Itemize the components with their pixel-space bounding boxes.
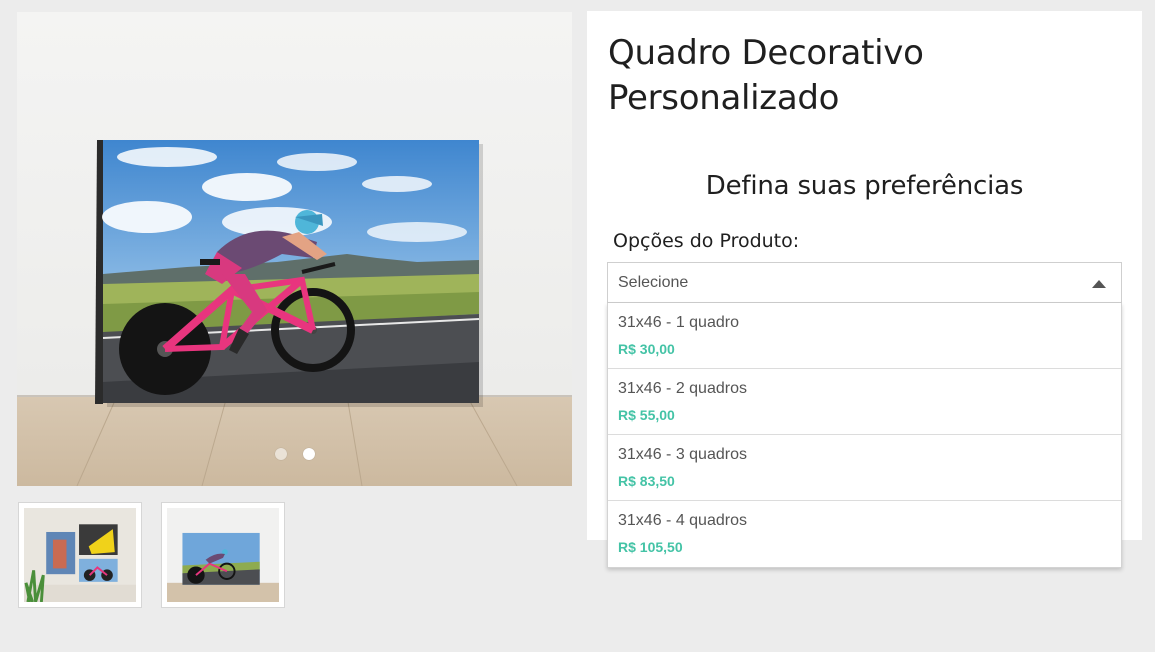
option-price: R$ 30,00 [618, 341, 675, 357]
option-name: 31x46 - 1 quadro [618, 314, 739, 331]
main-product-image[interactable] [17, 12, 572, 486]
option-4-quadros[interactable]: 31x46 - 4 quadros R$ 105,50 [608, 501, 1121, 567]
select-placeholder: Selecione [618, 274, 689, 291]
option-name: 31x46 - 4 quadros [618, 512, 747, 529]
product-options-select[interactable]: Selecione [607, 262, 1122, 303]
carousel-dot-1[interactable] [274, 448, 287, 460]
option-3-quadros[interactable]: 31x46 - 3 quadros R$ 83,50 [608, 435, 1121, 501]
carousel-dots [17, 448, 572, 460]
option-2-quadros[interactable]: 31x46 - 2 quadros R$ 55,00 [608, 369, 1121, 435]
option-1-quadro[interactable]: 31x46 - 1 quadro R$ 30,00 [608, 303, 1121, 369]
thumbnail-wall-collage[interactable] [18, 502, 142, 608]
product-options-label: Opções do Produto: [613, 230, 800, 252]
option-name: 31x46 - 2 quadros [618, 380, 747, 397]
option-price: R$ 83,50 [618, 473, 675, 489]
product-options-dropdown: 31x46 - 1 quadro R$ 30,00 31x46 - 2 quad… [607, 303, 1122, 568]
canvas-photo-illustration [17, 12, 572, 486]
preferences-heading: Defina suas preferências [705, 171, 1024, 201]
wall-collage-thumbnail-image [24, 508, 136, 602]
product-title: Quadro Decorativo Personalizado [608, 33, 924, 118]
thumbnail-canvas-cyclist[interactable] [161, 502, 285, 608]
option-name: 31x46 - 3 quadros [618, 446, 747, 463]
carousel-dot-2[interactable] [302, 448, 315, 460]
option-price: R$ 105,50 [618, 539, 683, 555]
option-price: R$ 55,00 [618, 407, 675, 423]
caret-up-icon [1092, 280, 1106, 288]
canvas-cyclist-thumbnail-image [167, 508, 279, 602]
